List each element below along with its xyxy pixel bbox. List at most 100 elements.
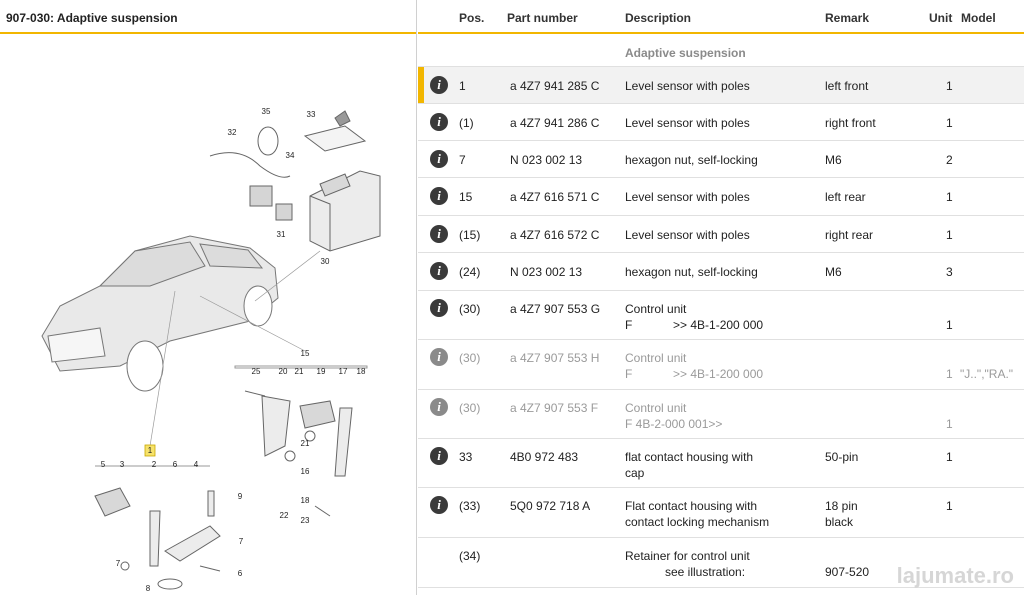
table-row[interactable]: i7 N 023 002 13 hexagon nut, self-locking M… [418, 141, 1024, 178]
diagram-callout-25[interactable]: 25 [252, 367, 261, 376]
cell-part-number: a 4Z7 941 286 C [510, 116, 600, 130]
info-icon[interactable]: i [430, 447, 448, 465]
table-row[interactable]: i 15 a 4Z7 616 571 C Level sensor with pole… [418, 178, 1024, 216]
info-icon[interactable]: i [430, 348, 448, 366]
diagram-callout-4[interactable]: 4 [194, 460, 199, 469]
info-icon[interactable]: i [430, 398, 448, 416]
cell-unit: 1 [946, 190, 953, 204]
cell-description: Level sensor with poles [625, 116, 750, 130]
table-row[interactable]: i (15) a 4Z7 616 572 C Level sensor with po… [418, 216, 1024, 253]
info-icon[interactable]: i [430, 496, 448, 514]
info-icon[interactable]: i [430, 262, 448, 280]
cell-description-line2: F [625, 318, 633, 332]
cell-description-line2: contact locking mechanism [625, 515, 770, 529]
diagram-callout-15[interactable]: 15 [301, 349, 310, 358]
cell-description: hexagon nut, self-locking [625, 265, 758, 279]
diagram-callout-1[interactable]: 1 [148, 446, 153, 455]
cell-description: Retainer for control unit [625, 549, 750, 563]
diagram-callout-18[interactable]: 18 [301, 496, 310, 505]
section-title: Adaptive suspension [625, 46, 746, 60]
info-icon[interactable]: i [430, 299, 448, 317]
header-unit[interactable]: Unit [929, 11, 952, 25]
diagram-callout-35[interactable]: 35 [262, 107, 271, 116]
header-remark[interactable]: Remark [825, 11, 869, 25]
cell-part-number: a 4Z7 616 572 C [510, 228, 600, 242]
cell-pos: 7 [459, 153, 466, 167]
cell-unit: 1 [946, 79, 953, 93]
cell-pos: (1) [459, 116, 474, 130]
table-row[interactable]: i (30) a 4Z7 907 553 F Control unit F 4B-2-0… [418, 390, 1024, 439]
diagram-callout-16[interactable]: 16 [301, 467, 310, 476]
header-part-number[interactable]: Part number [507, 11, 578, 25]
cell-pos: (33) [459, 499, 481, 513]
cell-pos: (34) [459, 549, 481, 563]
diagram-callout-6[interactable]: 6 [238, 569, 243, 578]
table-row[interactable]: i (1) a 4Z7 941 286 C Level sensor with pol… [418, 104, 1024, 141]
cell-description-line2: see illustration: [665, 565, 746, 579]
cell-model: "J..","RA." [960, 367, 1014, 381]
table-row[interactable]: i1a 4Z7 941 285 C Level sensor with poles… [418, 67, 1024, 104]
diagram-callout-9[interactable]: 9 [238, 492, 243, 501]
header-model[interactable]: Model [961, 11, 996, 25]
cell-remark: left rear [825, 190, 866, 204]
table-row[interactable]: i (30) a 4Z7 907 553 G Control unit F >> 4B-1… [418, 291, 1024, 340]
cell-pos: (15) [459, 228, 481, 242]
cell-pos: 15 [459, 190, 473, 204]
info-icon[interactable]: i [430, 150, 448, 168]
diagram-callout-7[interactable]: 7 [239, 537, 244, 546]
cell-part-number: N 023 002 13 [510, 153, 583, 167]
diagram-callout-8[interactable]: 8 [146, 584, 151, 593]
table-row[interactable]: i 33 4B0 972 483 flat contact housing with c… [418, 439, 1024, 488]
cell-description: Control unit [625, 302, 687, 316]
cell-unit: 1 [946, 367, 953, 381]
cell-description: Flat contact housing with [625, 499, 758, 513]
diagram-callout-22[interactable]: 22 [280, 511, 289, 520]
cell-remark: right front [825, 116, 876, 130]
table-row[interactable]: i (24) N 023 002 13 hexagon nut, self-locki… [418, 253, 1024, 291]
diagram-callout-30[interactable]: 30 [321, 257, 330, 266]
cell-remark-line2: 907-520 [825, 565, 870, 579]
cell-unit: 1 [946, 228, 953, 242]
header-pos[interactable]: Pos. [459, 11, 484, 25]
diagram-callout-23[interactable]: 23 [301, 516, 310, 525]
parts-table: Pos. Part number Description Remark Unit… [418, 0, 1024, 595]
cell-remark: 18 pin [825, 499, 858, 513]
cell-description-line2: F [625, 367, 633, 381]
diagram-callout-19[interactable]: 19 [317, 367, 326, 376]
diagram-callout-7[interactable]: 7 [116, 559, 121, 568]
cell-pos: 1 [459, 79, 466, 93]
table-header: Pos. Part number Description Remark Unit… [418, 0, 1024, 34]
cell-remark: 50-pin [825, 450, 859, 464]
diagram-callout-31[interactable]: 31 [277, 230, 286, 239]
diagram-callout-21[interactable]: 21 [295, 367, 304, 376]
info-icon[interactable]: i [430, 187, 448, 205]
cell-part-number: a 4Z7 907 553 F [510, 401, 599, 415]
cell-unit: 1 [946, 116, 953, 130]
illustration-title: 907-030: Adaptive suspension [0, 0, 416, 34]
cell-description: flat contact housing with [625, 450, 754, 464]
table-row[interactable]: i (30) a 4Z7 907 553 H Control unit F >> 4B-1… [418, 340, 1024, 390]
diagram-callout-18[interactable]: 18 [357, 367, 366, 376]
table-row[interactable]: i (33) 5Q0 972 718 A Flat contact housing w… [418, 488, 1024, 538]
cell-part-number: N 023 002 13 [510, 265, 583, 279]
header-description[interactable]: Description [625, 11, 691, 25]
cell-pos: (24) [459, 265, 481, 279]
cell-part-number: a 4Z7 941 285 C [510, 79, 600, 93]
diagram-callout-33[interactable]: 33 [307, 110, 316, 119]
diagram-callout-20[interactable]: 20 [279, 367, 288, 376]
diagram-callout-3[interactable]: 3 [120, 460, 125, 469]
diagram-callout-17[interactable]: 17 [339, 367, 348, 376]
info-icon[interactable]: i [430, 225, 448, 243]
diagram-callout-32[interactable]: 32 [228, 128, 237, 137]
parts-diagram: 35 33 32 34 31 30 15 25 20 21 19 17 18 21 16 22 18 23 1 5 3 2… [0, 36, 416, 595]
diagram-callout-2[interactable]: 2 [152, 460, 157, 469]
cell-description: Level sensor with poles [625, 228, 750, 242]
info-icon[interactable]: i [430, 113, 448, 131]
diagram-callout-34[interactable]: 34 [286, 151, 295, 160]
info-icon[interactable]: i [430, 76, 448, 94]
diagram-callout-6[interactable]: 6 [173, 460, 178, 469]
diagram-callout-21[interactable]: 21 [301, 439, 310, 448]
section-heading: Adaptive suspension [418, 36, 1024, 67]
diagram-callout-5[interactable]: 5 [101, 460, 106, 469]
cell-description: Control unit [625, 401, 687, 415]
